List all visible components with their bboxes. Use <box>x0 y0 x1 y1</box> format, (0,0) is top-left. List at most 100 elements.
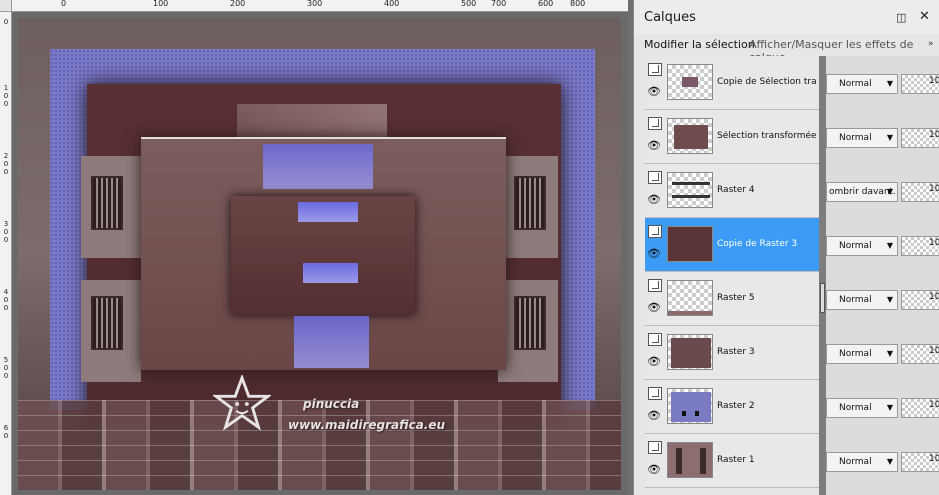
ruler-tick-label: 600 <box>538 0 554 8</box>
layer-properties-row: Normal ▼ 100 <box>826 434 939 488</box>
thumb-content <box>682 411 686 416</box>
layers-header: Calques ◫ ✕ <box>634 0 939 34</box>
close-icon[interactable]: ✕ <box>919 9 930 24</box>
layer-properties-row: ombrir davant.▼ 100 <box>826 164 939 218</box>
eye-icon[interactable]: 👁 <box>647 140 663 152</box>
thumb-content <box>700 448 706 474</box>
layer-lock-icon[interactable] <box>648 225 662 238</box>
thumb-content <box>668 227 712 261</box>
blend-mode-value: Normal <box>839 241 872 251</box>
watermark-name: pinuccia <box>303 397 360 411</box>
blend-mode-value: Normal <box>839 79 872 89</box>
layer-properties-row: Normal ▼ 100 <box>826 380 939 434</box>
layer-lock-icon[interactable] <box>648 63 662 76</box>
ruler-tick-label: 500 <box>461 0 477 8</box>
pin-icon[interactable]: ◫ <box>896 11 908 24</box>
chevron-down-icon: ▼ <box>886 403 893 412</box>
grill-pattern <box>91 176 123 230</box>
layer-row[interactable]: 👁 Raster 4 <box>645 164 819 218</box>
blend-mode-select[interactable]: Normal ▼ <box>826 74 898 94</box>
splitter-handle[interactable] <box>820 283 825 313</box>
layer-row[interactable]: 👁 Raster 3 <box>645 326 819 380</box>
layer-row[interactable]: 👁 Raster 1 <box>645 434 819 488</box>
blend-mode-value: Normal <box>839 403 872 413</box>
eye-icon[interactable]: 👁 <box>647 194 663 206</box>
opacity-field[interactable]: 100 <box>901 290 939 310</box>
modify-selection-button[interactable]: Modifier la sélection <box>644 38 755 51</box>
ruler-left: 0 1 0 0 2 0 0 3 0 0 4 0 0 5 0 0 6 0 <box>0 12 12 495</box>
chevron-right-icon[interactable]: » <box>928 39 934 49</box>
ruler-top: 0 100 200 300 400 500 600 700 800 <box>0 0 628 12</box>
layers-toolbar: Modifier la sélection Afficher/Masquer l… <box>634 34 939 64</box>
watermark-url: www.maidiregrafica.eu <box>288 418 446 432</box>
ruler-tick-label: 3 0 0 <box>3 220 9 244</box>
opacity-field[interactable]: 100 <box>901 74 939 94</box>
opacity-field[interactable]: 100 <box>901 452 939 472</box>
thumb-content <box>668 311 712 315</box>
ruler-tick-label: 700 <box>491 0 507 8</box>
chevron-down-icon: ▼ <box>886 295 893 304</box>
blend-mode-select[interactable]: Normal ▼ <box>826 290 898 310</box>
ruler-tick-label: 400 <box>384 0 400 8</box>
layer-name: Raster 5 <box>717 293 755 303</box>
chevron-down-icon: ▼ <box>886 133 893 142</box>
layer-properties-row: Normal ▼ 100 <box>826 272 939 326</box>
layer-lock-icon[interactable] <box>648 279 662 292</box>
layer-lock-icon[interactable] <box>648 387 662 400</box>
layer-row[interactable]: 👁 Copie de Sélection trans <box>645 56 819 110</box>
blend-mode-select[interactable]: ombrir davant. ▼ <box>826 182 898 202</box>
layer-thumbnail <box>667 64 713 100</box>
layer-thumbnail <box>667 442 713 478</box>
panel-divider[interactable] <box>819 56 826 495</box>
layer-lock-icon[interactable] <box>648 117 662 130</box>
blend-mode-select[interactable]: Normal ▼ <box>826 344 898 364</box>
thumb-content <box>668 443 712 477</box>
eye-icon[interactable]: 👁 <box>647 248 663 260</box>
ruler-tick-label: 1 0 0 <box>3 84 9 108</box>
opacity-field[interactable]: 100 <box>901 128 939 148</box>
opacity-field[interactable]: 100 <box>901 398 939 418</box>
eye-icon[interactable]: 👁 <box>647 356 663 368</box>
layer-properties-row: Normal ▼ 100 <box>826 110 939 164</box>
layer-lock-icon[interactable] <box>648 171 662 184</box>
ruler-tick-label: 6 0 <box>3 424 9 440</box>
opacity-field[interactable]: 100 <box>901 344 939 364</box>
thumb-content <box>671 338 711 368</box>
layer-row[interactable]: 👁 Sélection transformée <box>645 110 819 164</box>
layer-properties-row: Normal ▼ 100 <box>826 326 939 380</box>
layer-row[interactable]: 👁 Raster 2 <box>645 380 819 434</box>
eye-icon[interactable]: 👁 <box>647 302 663 314</box>
eye-icon[interactable]: 👁 <box>647 464 663 476</box>
layer-thumbnail <box>667 334 713 370</box>
thumb-content <box>672 195 710 198</box>
opacity-field[interactable]: 100 <box>901 236 939 256</box>
blend-mode-value: Normal <box>839 457 872 467</box>
blue-accent <box>298 202 358 222</box>
chevron-down-icon: ▼ <box>886 349 893 358</box>
blend-mode-select[interactable]: Normal ▼ <box>826 398 898 418</box>
ruler-corner <box>0 0 12 12</box>
image-canvas[interactable]: pinuccia www.maidiregrafica.eu <box>18 18 621 490</box>
blend-mode-value: Normal <box>839 349 872 359</box>
blend-mode-select[interactable]: Normal ▼ <box>826 452 898 472</box>
ruler-tick-label: 0 <box>61 0 67 8</box>
opacity-field[interactable]: 100 <box>901 182 939 202</box>
layer-name: Raster 2 <box>717 401 755 411</box>
layer-row-selected[interactable]: 👁 Copie de Raster 3 <box>645 218 819 272</box>
floor-lines <box>18 400 621 490</box>
layer-lock-icon[interactable] <box>648 333 662 346</box>
layer-properties-row: Normal ▼ 100 <box>826 218 939 272</box>
layer-name: Sélection transformée <box>717 131 817 141</box>
blend-mode-select[interactable]: Normal ▼ <box>826 128 898 148</box>
layer-thumbnail <box>667 226 713 262</box>
blend-mode-select[interactable]: Normal ▼ <box>826 236 898 256</box>
layer-lock-icon[interactable] <box>648 441 662 454</box>
eye-icon[interactable]: 👁 <box>647 410 663 422</box>
layer-row[interactable]: 👁 Raster 5 <box>645 272 819 326</box>
chevron-down-icon: ▼ <box>886 79 893 88</box>
ruler-tick-label: 800 <box>570 0 586 8</box>
eye-icon[interactable]: 👁 <box>647 86 663 98</box>
side-block-right-bottom <box>498 280 558 382</box>
thumb-content <box>672 182 710 185</box>
star-logo <box>213 375 271 431</box>
